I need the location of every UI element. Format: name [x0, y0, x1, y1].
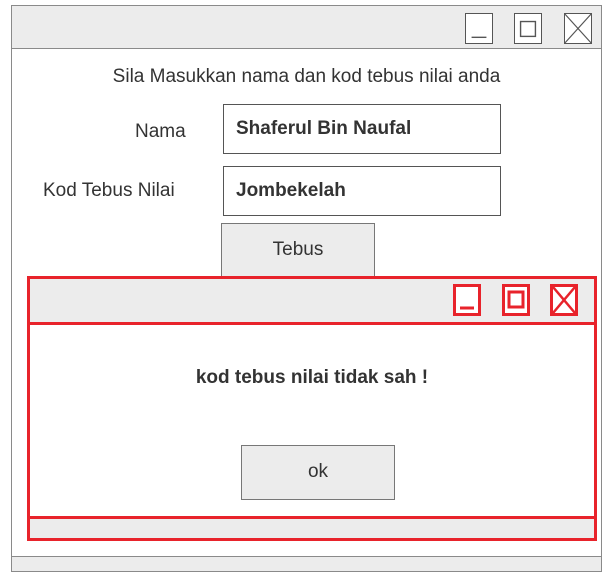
main-titlebar: [12, 6, 601, 49]
nama-field[interactable]: Shaferul Bin Naufal: [223, 104, 501, 154]
instruction-text: Sila Masukkan nama dan kod tebus nilai a…: [112, 66, 501, 87]
error-dialog: kod tebus nilai tidak sah ! ok: [27, 276, 597, 541]
close-icon: [565, 14, 591, 43]
maximize-button[interactable]: [514, 13, 542, 44]
dialog-footer: [30, 516, 594, 538]
minimize-icon: [471, 36, 487, 39]
close-icon: [553, 287, 575, 313]
ok-button[interactable]: ok: [241, 445, 395, 500]
dialog-maximize-button[interactable]: [502, 284, 530, 316]
tebus-button[interactable]: Tebus: [221, 223, 375, 278]
maximize-icon: [507, 290, 525, 309]
close-button[interactable]: [564, 13, 592, 44]
error-message: kod tebus nilai tidak sah !: [195, 367, 429, 388]
dialog-close-button[interactable]: [550, 284, 578, 316]
dialog-titlebar: [30, 279, 594, 325]
main-statusbar: [12, 556, 601, 571]
maximize-icon: [519, 20, 537, 38]
dialog-minimize-button[interactable]: [453, 284, 481, 316]
nama-label: Nama: [135, 121, 186, 142]
minimize-button[interactable]: [465, 13, 493, 44]
minimize-icon: [460, 306, 474, 310]
kod-field[interactable]: Jombekelah: [223, 166, 501, 216]
kod-label: Kod Tebus Nilai: [43, 180, 175, 201]
